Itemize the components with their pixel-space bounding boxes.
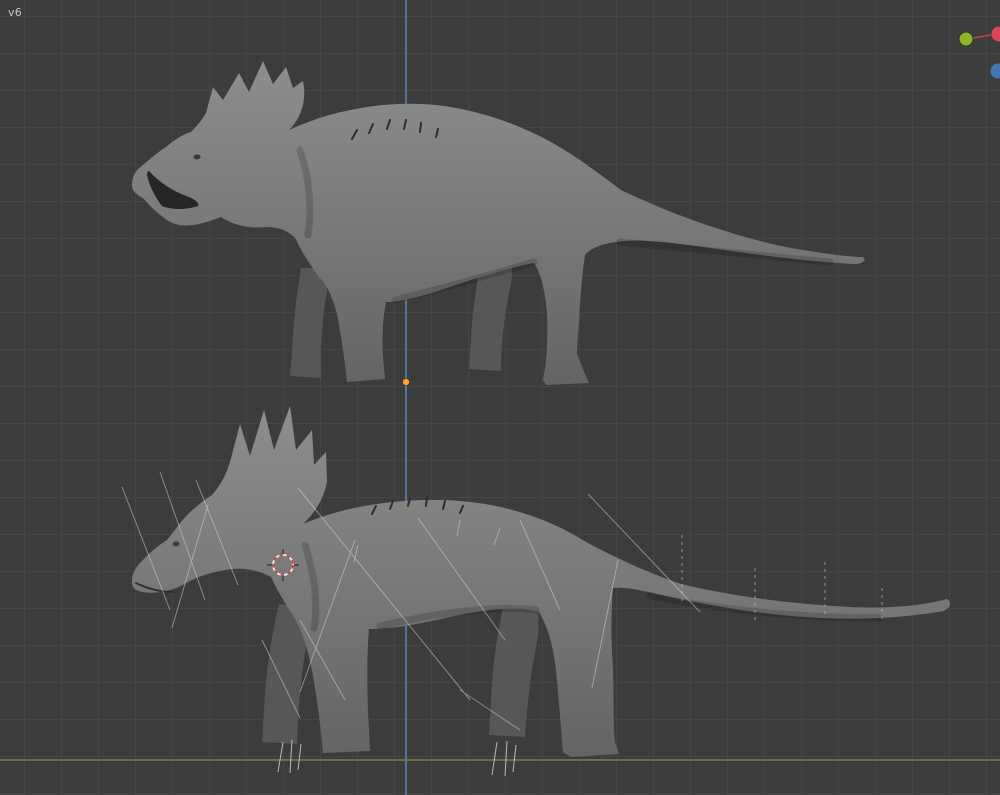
model-top-dinosaur[interactable] xyxy=(132,61,865,385)
navigation-gizmo[interactable] xyxy=(959,27,1000,79)
gizmo-x-axis-ball[interactable] xyxy=(992,27,1000,42)
gizmo-y-axis-ball[interactable] xyxy=(959,32,973,46)
model-top-eye xyxy=(194,155,201,160)
model-bottom-body[interactable] xyxy=(132,406,950,757)
scene-canvas xyxy=(0,0,1000,795)
gizmo-x-axis-line xyxy=(973,35,991,38)
model-bottom-eye xyxy=(173,542,180,547)
model-top-far-front-leg xyxy=(290,268,327,378)
model-bottom-dinosaur[interactable] xyxy=(132,406,950,757)
model-bottom-far-hind-leg xyxy=(489,594,539,737)
viewport-label: v6 xyxy=(8,6,22,19)
3d-viewport[interactable]: v6 xyxy=(0,0,1000,795)
gizmo-z-axis-ball[interactable] xyxy=(991,64,1000,79)
object-origin-dot xyxy=(403,379,410,386)
guide-feet-marks xyxy=(278,740,516,776)
